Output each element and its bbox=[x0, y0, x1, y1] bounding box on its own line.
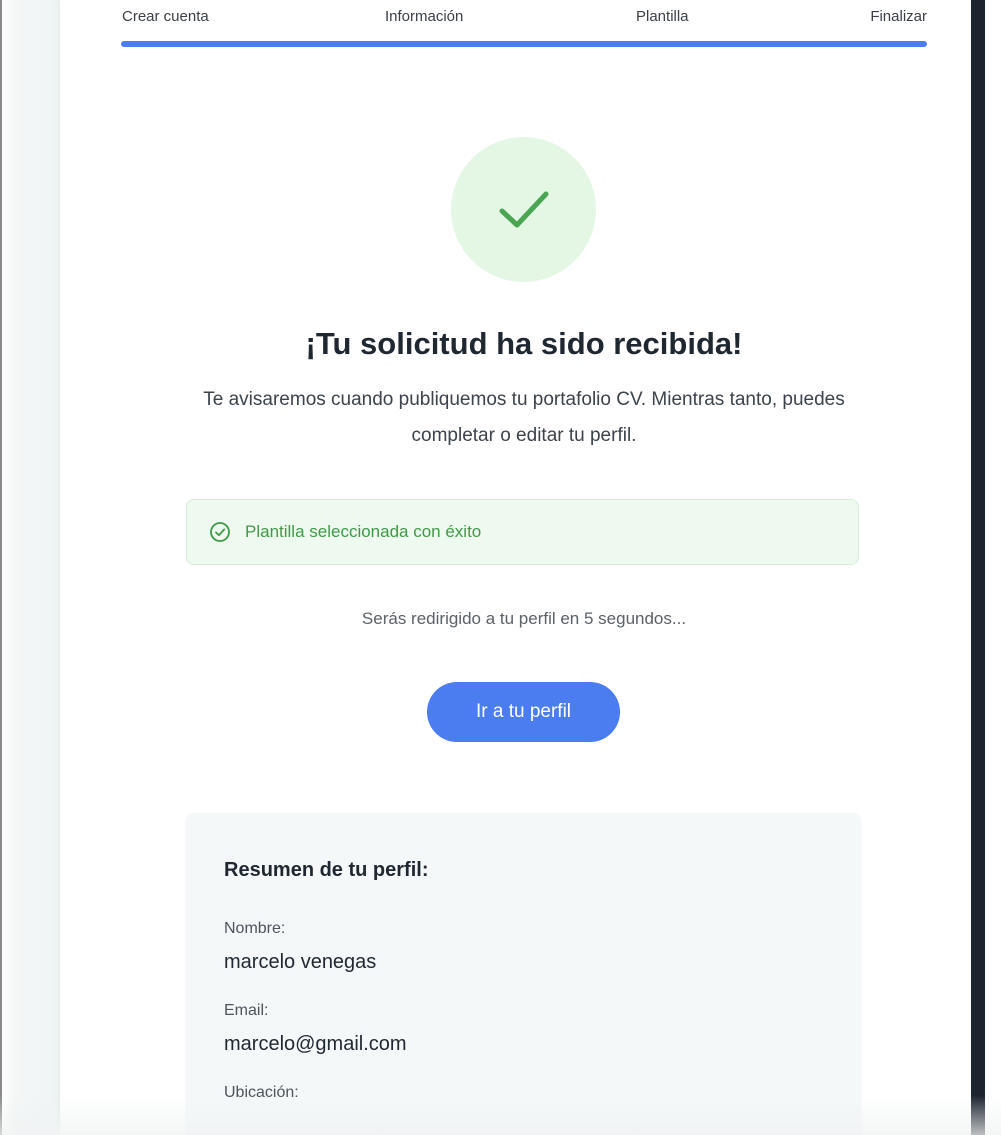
page-title: ¡Tu solicitud ha sido recibida! bbox=[305, 326, 743, 361]
stepper-progress-fill bbox=[121, 41, 927, 47]
step-plantilla: Plantilla bbox=[636, 8, 689, 25]
name-value: marcelo venegas bbox=[224, 951, 377, 973]
redirect-notice: Serás redirigido a tu perfil en 5 segund… bbox=[361, 609, 687, 628]
success-alert-text: Plantilla seleccionada con éxito bbox=[245, 522, 482, 541]
success-badge bbox=[451, 137, 596, 282]
location-label: Ubicación: bbox=[224, 1084, 299, 1101]
stepper-progress-track bbox=[121, 41, 927, 47]
step-informacion: Información bbox=[385, 8, 464, 25]
profile-summary-card: Resumen de tu perfil: Nombre: marcelo ve… bbox=[186, 813, 861, 1135]
window-right-edge bbox=[985, 0, 1001, 1135]
check-circle-icon bbox=[209, 521, 231, 543]
scrollbar-track[interactable] bbox=[971, 0, 985, 1135]
app-window: Crear cuenta Información Plantilla Final… bbox=[0, 0, 1001, 1135]
step-finalizar: Finalizar bbox=[870, 8, 927, 25]
success-alert: Plantilla seleccionada con éxito bbox=[186, 499, 859, 565]
email-label: Email: bbox=[224, 1002, 269, 1019]
checkmark-icon bbox=[499, 191, 548, 227]
profile-summary-title: Resumen de tu perfil: bbox=[224, 859, 429, 881]
name-label: Nombre: bbox=[224, 920, 286, 937]
step-crear-cuenta: Crear cuenta bbox=[122, 8, 209, 25]
confirmation-message: Te avisaremos cuando publiquemos tu port… bbox=[203, 389, 845, 446]
page-background-left bbox=[2, 0, 60, 1135]
email-value: marcelo@gmail.com bbox=[224, 1033, 407, 1055]
go-to-profile-button[interactable]: Ir a tu perfil bbox=[427, 682, 620, 742]
